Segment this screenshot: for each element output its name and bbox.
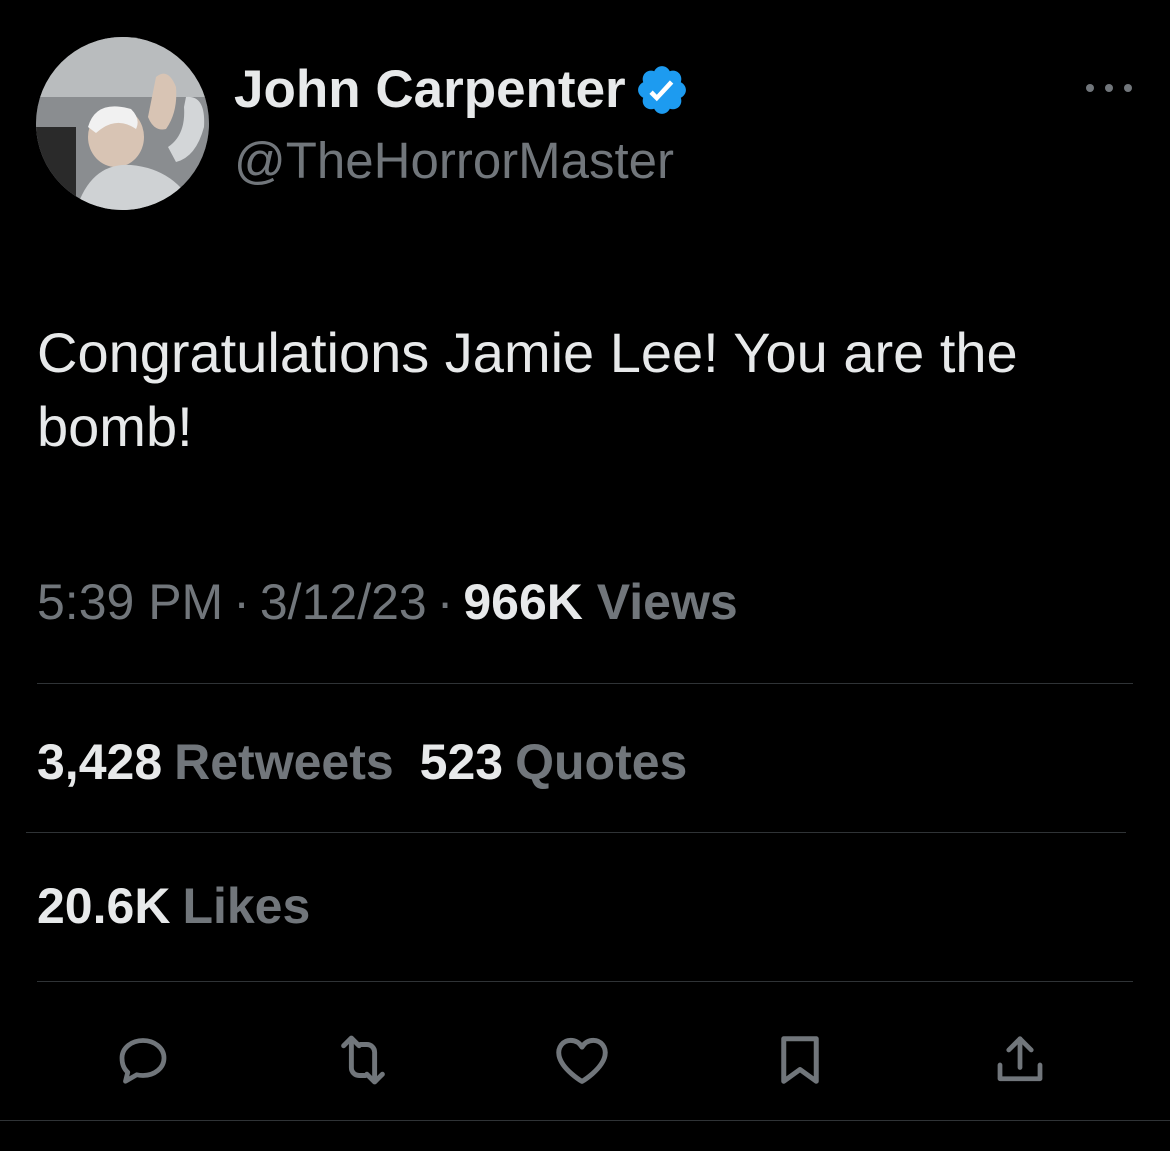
more-dot: [1086, 84, 1094, 92]
action-bar: [0, 1025, 1170, 1095]
share-icon: [997, 1036, 1043, 1082]
more-dot: [1105, 84, 1113, 92]
heart-icon: [556, 1037, 608, 1084]
quotes-label: Quotes: [515, 734, 688, 790]
views-label: Views: [596, 574, 738, 630]
bookmark-icon: [781, 1036, 819, 1084]
meta-separator: ·: [233, 574, 250, 630]
retweet-button[interactable]: [328, 1025, 398, 1095]
more-icon[interactable]: [1086, 78, 1132, 98]
tweet-text: Congratulations Jamie Lee! You are the b…: [37, 321, 1018, 458]
bookmark-button[interactable]: [765, 1025, 835, 1095]
divider: [0, 1120, 1170, 1121]
reply-icon: [119, 1038, 167, 1084]
share-button[interactable]: [985, 1025, 1055, 1095]
likes-stat[interactable]: 20.6K Likes: [37, 874, 310, 938]
display-name[interactable]: John Carpenter: [234, 58, 626, 122]
likes-count: 20.6K: [37, 878, 171, 934]
retweet-quote-stats: 3,428 Retweets 523 Quotes: [37, 730, 687, 794]
divider: [26, 832, 1126, 833]
quotes-count: 523: [419, 734, 504, 790]
quotes-stat[interactable]: 523 Quotes: [420, 734, 688, 790]
meta-separator: ·: [436, 574, 454, 630]
views-count: 966K: [463, 574, 583, 630]
tweet-meta: 5:39 PM · 3/12/23 · 966K Views: [37, 570, 738, 634]
reply-button[interactable]: [108, 1025, 178, 1095]
retweet-icon: [341, 1035, 385, 1085]
verified-badge-icon: [634, 62, 690, 118]
divider: [37, 981, 1133, 982]
retweets-count: 3,428: [37, 734, 163, 790]
tweet-date[interactable]: 3/12/23: [260, 574, 427, 630]
likes-label: Likes: [182, 878, 311, 934]
display-name-row[interactable]: John Carpenter: [234, 58, 690, 122]
like-button[interactable]: [547, 1025, 617, 1095]
avatar-image: [36, 37, 209, 210]
tweet-time[interactable]: 5:39 PM: [37, 574, 223, 630]
more-dot: [1124, 84, 1132, 92]
divider: [37, 683, 1133, 684]
retweets-label: Retweets: [174, 734, 394, 790]
user-handle[interactable]: @TheHorrorMaster: [234, 130, 674, 192]
avatar[interactable]: [36, 37, 209, 210]
retweets-stat[interactable]: 3,428 Retweets: [37, 734, 394, 790]
